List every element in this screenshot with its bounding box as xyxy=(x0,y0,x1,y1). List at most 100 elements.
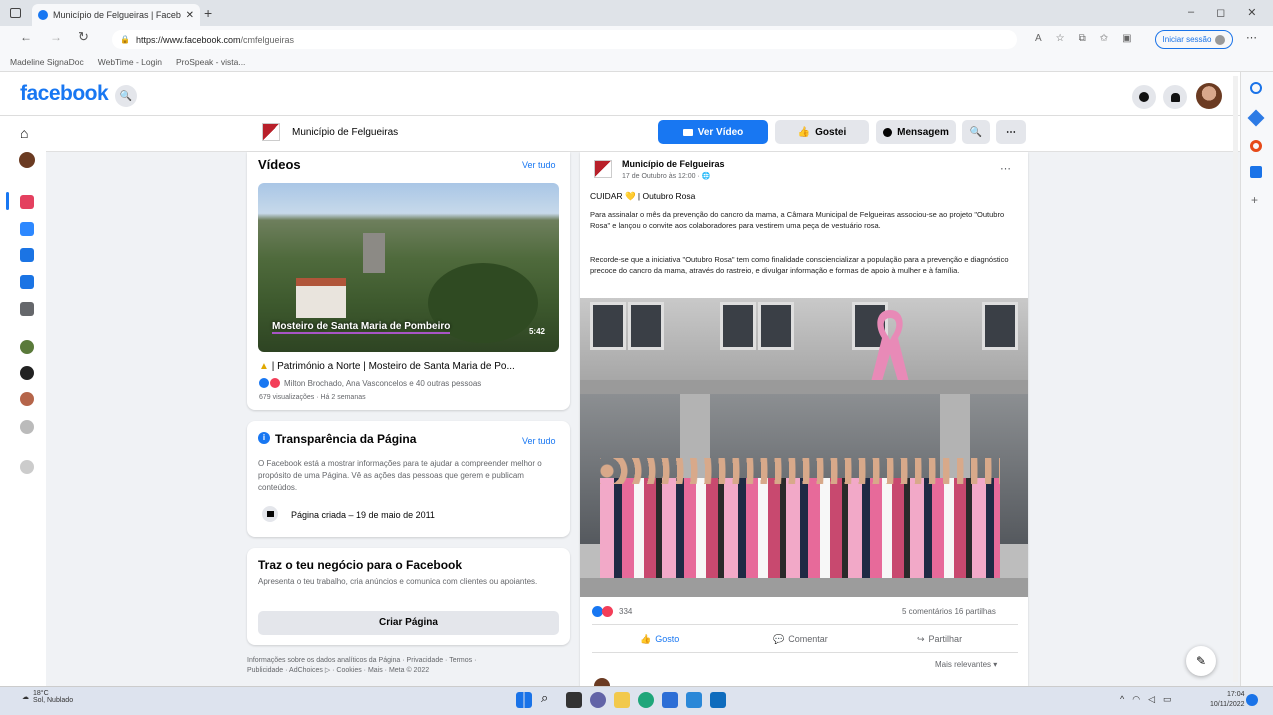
maximize-icon[interactable]: ◻ xyxy=(1216,6,1225,19)
tab-actions-icon[interactable] xyxy=(10,8,21,18)
read-aloud-icon[interactable]: A xyxy=(1035,33,1042,44)
page-name[interactable]: Município de Felgueiras xyxy=(292,127,398,138)
signin-button[interactable]: Iniciar sessão xyxy=(1155,30,1233,49)
marketplace-icon[interactable] xyxy=(20,248,34,262)
notification-badge-icon[interactable] xyxy=(1246,694,1258,706)
pink-ribbon-icon xyxy=(868,304,912,390)
group-shortcut-icon[interactable] xyxy=(20,340,34,354)
more-grid-icon[interactable] xyxy=(20,302,34,316)
post-author[interactable]: Município de Felgueiras xyxy=(622,159,725,169)
videos-see-all[interactable]: Ver tudo xyxy=(522,160,556,170)
footer-links[interactable]: Informações sobre os dados analíticos da… xyxy=(247,656,570,676)
transparency-see-all[interactable]: Ver tudo xyxy=(522,436,556,446)
active-indicator xyxy=(6,192,9,210)
post-comment-button[interactable]: 💬 Comentar xyxy=(773,634,828,645)
post-share-button[interactable]: ↪ Partilhar xyxy=(917,634,962,645)
edge-icon[interactable] xyxy=(638,692,654,708)
close-tab-icon[interactable]: ✕ xyxy=(186,10,194,21)
weather-widget[interactable]: ☁ 18°C Sol, Nublado xyxy=(22,690,73,704)
link-icon[interactable] xyxy=(20,460,34,474)
wifi-icon[interactable]: ◠ xyxy=(1132,694,1140,705)
video-thumbnail[interactable]: Mosteiro de Santa Maria de Pombeiro 5:42 xyxy=(258,183,559,352)
forward-icon[interactable]: → xyxy=(50,30,62,44)
edit-shortcuts-icon[interactable] xyxy=(20,420,34,434)
sidebar-office-icon[interactable] xyxy=(1250,140,1262,152)
address-bar[interactable]: 🔒 https://www.facebook.com /cmfelgueiras xyxy=(112,30,1017,49)
scrollbar[interactable] xyxy=(1233,76,1238,682)
post-divider xyxy=(592,624,1018,625)
system-tray[interactable]: ^ ◠ ◁ ▭ xyxy=(1120,694,1172,705)
task-view-icon[interactable] xyxy=(566,692,582,708)
page-header-bar xyxy=(46,116,1240,152)
create-page-button[interactable]: Criar Página xyxy=(258,611,559,635)
chat-icon[interactable] xyxy=(590,692,606,708)
taskbar-search-icon[interactable]: ⌕ xyxy=(541,690,548,706)
watch-icon[interactable] xyxy=(20,275,34,289)
favorite-item[interactable]: ProSpeak - vista... xyxy=(176,57,245,67)
toolbar-icons: A ☆ ⧉ ✩ ▣ xyxy=(1035,33,1132,44)
minimize-icon[interactable]: – xyxy=(1188,6,1194,19)
share-icon: ↪ xyxy=(917,634,925,644)
groups-icon[interactable] xyxy=(20,222,34,236)
sidebar-search-icon[interactable] xyxy=(1250,82,1262,94)
back-icon[interactable]: ← xyxy=(20,30,32,44)
account-avatar[interactable] xyxy=(1196,83,1222,109)
window xyxy=(590,302,626,350)
home-icon[interactable]: ⌂ xyxy=(20,125,28,141)
page-more-button[interactable]: ⋯ xyxy=(996,120,1026,144)
post-author-avatar[interactable] xyxy=(594,160,612,178)
favorite-star-icon[interactable]: ☆ xyxy=(1056,33,1065,44)
message-button[interactable]: Mensagem xyxy=(876,120,956,144)
post-like-button[interactable]: 👍 Gosto xyxy=(640,634,679,645)
post-reactions[interactable]: 334 xyxy=(592,606,632,617)
video-views: 679 visualizações · Há 2 semanas xyxy=(259,394,366,401)
page-search-button[interactable]: 🔍 xyxy=(962,120,990,144)
post-headline: CUIDAR 💛 | Outubro Rosa xyxy=(590,191,696,201)
notifications-icon[interactable] xyxy=(1163,85,1187,109)
comment-sort[interactable]: Mais relevantes ▾ xyxy=(935,660,997,669)
window xyxy=(720,302,756,350)
battery-icon[interactable]: ▭ xyxy=(1163,694,1172,705)
messenger-icon[interactable] xyxy=(1132,85,1156,109)
refresh-icon[interactable]: ↻ xyxy=(78,29,89,45)
pages-flag-icon[interactable] xyxy=(20,195,34,209)
chevron-up-icon[interactable]: ^ xyxy=(1120,694,1124,705)
favorites-icon[interactable]: ✩ xyxy=(1100,33,1108,44)
video-duration: 5:42 xyxy=(528,327,545,336)
info-icon: i xyxy=(258,432,270,444)
volume-icon[interactable]: ◁ xyxy=(1148,694,1155,705)
facebook-logo[interactable]: facebook xyxy=(20,82,109,106)
love-reaction-icon xyxy=(270,378,280,388)
group-shortcut-icon[interactable] xyxy=(20,392,34,406)
new-message-button[interactable]: ✎ xyxy=(1186,646,1216,676)
video-title[interactable]: ▲ | Património a Norte | Mosteiro de San… xyxy=(259,361,559,372)
group-shortcut-icon[interactable] xyxy=(20,366,34,380)
watch-video-button[interactable]: Ver Vídeo xyxy=(658,120,768,144)
app-icon[interactable] xyxy=(686,692,702,708)
more-icon[interactable]: ⋯ xyxy=(1246,31,1257,44)
store-icon[interactable] xyxy=(662,692,678,708)
post-photo[interactable] xyxy=(580,298,1028,597)
collections-icon[interactable]: ▣ xyxy=(1122,33,1131,44)
post-comments-shares[interactable]: 5 comentários 16 partilhas xyxy=(902,607,996,616)
file-explorer-icon[interactable] xyxy=(614,692,630,708)
close-window-icon[interactable]: ✕ xyxy=(1247,6,1256,19)
favorite-item[interactable]: WebTime - Login xyxy=(98,57,162,67)
cloud-icon: ☁ xyxy=(22,694,29,701)
sidebar-add-icon[interactable]: + xyxy=(1251,193,1258,207)
extensions-icon[interactable]: ⧉ xyxy=(1079,33,1086,44)
new-tab-button[interactable]: + xyxy=(204,5,212,21)
browser-tab[interactable]: Município de Felgueiras | Faceb ✕ xyxy=(32,4,200,26)
balcony-ledge xyxy=(580,380,1028,394)
profile-avatar-icon[interactable] xyxy=(19,152,35,168)
clock[interactable]: 17:04 10/11/2022 xyxy=(1210,690,1245,710)
favorite-item[interactable]: Madeline SignaDoc xyxy=(10,57,84,67)
search-icon[interactable]: 🔍 xyxy=(115,85,137,107)
sidebar-outlook-icon[interactable] xyxy=(1250,166,1262,178)
post-options-icon[interactable]: ⋯ xyxy=(1000,162,1011,175)
like-page-button[interactable]: 👍 Gostei xyxy=(775,120,869,144)
outlook-icon[interactable] xyxy=(710,692,726,708)
windows-start-icon[interactable] xyxy=(516,692,532,708)
favorites-bar: Madeline SignaDoc WebTime - Login ProSpe… xyxy=(0,52,1273,72)
url-path: /cmfelgueiras xyxy=(240,34,295,45)
